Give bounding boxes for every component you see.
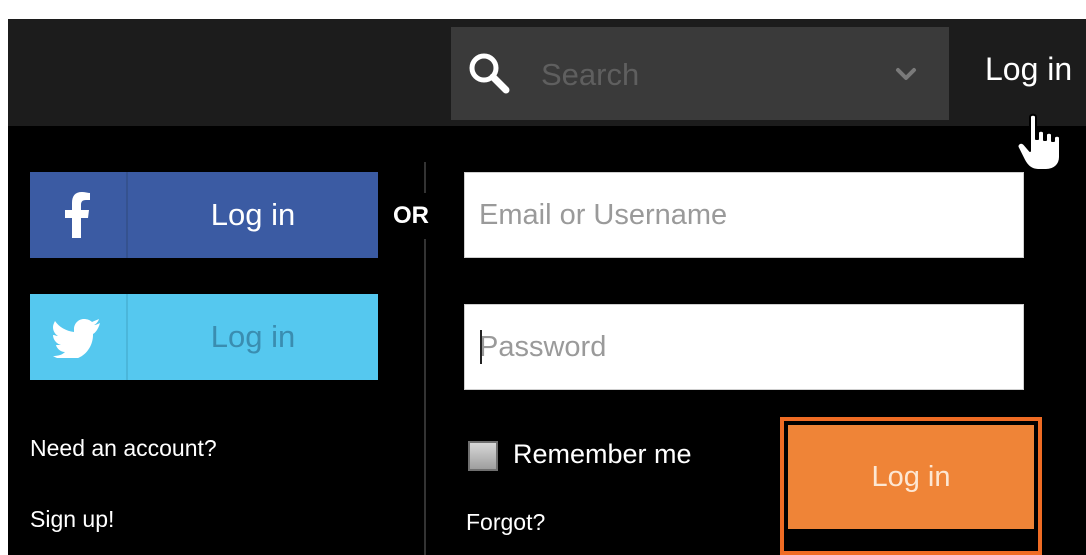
or-separator: OR <box>391 193 431 239</box>
email-field[interactable] <box>464 172 1024 258</box>
twitter-icon <box>53 319 100 358</box>
forgot-password-link[interactable]: Forgot? <box>466 509 545 536</box>
login-submit-button[interactable]: Log in <box>788 425 1034 529</box>
text-cursor <box>480 330 482 364</box>
search-icon[interactable] <box>467 51 511 95</box>
twitter-login-button[interactable]: Log in <box>30 294 378 380</box>
facebook-login-button[interactable]: Log in <box>30 172 378 258</box>
twitter-login-label: Log in <box>210 319 296 354</box>
search-box[interactable] <box>451 27 949 120</box>
twitter-icon-cell <box>30 294 128 380</box>
top-navigation-bar: Log in <box>8 19 1086 126</box>
header-login-link[interactable]: Log in <box>985 51 1072 88</box>
remember-me-checkbox[interactable] <box>468 441 498 471</box>
login-panel: Log in OR Log in Log in Ne <box>8 19 1086 555</box>
need-account-text: Need an account? <box>30 435 217 461</box>
search-input[interactable] <box>539 53 873 97</box>
remember-me-label: Remember me <box>513 439 692 469</box>
facebook-icon <box>65 192 90 238</box>
hand-cursor-icon <box>1016 113 1061 171</box>
facebook-login-label: Log in <box>210 197 296 232</box>
page-frame: Log in OR Log in Log in Ne <box>0 0 1086 555</box>
facebook-icon-cell <box>30 172 128 258</box>
password-field[interactable] <box>464 304 1024 390</box>
chevron-down-icon[interactable] <box>891 59 921 89</box>
signup-link[interactable]: Sign up! <box>30 506 114 533</box>
